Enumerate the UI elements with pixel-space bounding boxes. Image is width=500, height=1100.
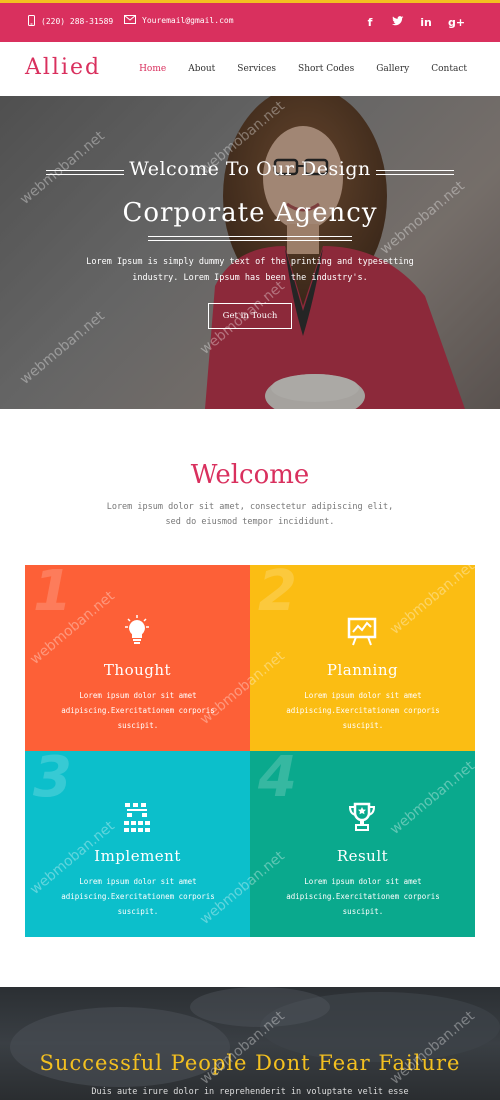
- feature-title: Result: [336, 847, 389, 865]
- email-contact[interactable]: Youremail@gmail.com: [124, 15, 234, 26]
- feature-title: Implement: [94, 847, 181, 865]
- nav-menu: Home About Services Short Codes Gallery …: [139, 64, 467, 74]
- hero-banner: Welcome To Our Design Corporate Agency L…: [0, 96, 500, 409]
- google-plus-icon[interactable]: g+: [448, 16, 465, 29]
- mail-icon: [124, 15, 136, 26]
- feature-number: 1: [33, 565, 72, 624]
- nav-item-contact[interactable]: Contact: [431, 64, 467, 74]
- feature-number: 2: [258, 565, 297, 624]
- presentation-board-icon: [347, 617, 377, 646]
- welcome-heading: Welcome: [190, 460, 310, 490]
- email-address[interactable]: Youremail@gmail.com: [142, 16, 234, 25]
- trophy-icon: [348, 802, 376, 831]
- facebook-icon[interactable]: f: [364, 16, 376, 29]
- feature-tile-result[interactable]: 4 Result Lorem ipsum dolor sit amet adip…: [250, 751, 475, 937]
- hero-overlay: [0, 96, 500, 409]
- hero-title-line2: Corporate Agency: [122, 198, 378, 228]
- feature-number: 4: [258, 751, 297, 810]
- nav-item-about[interactable]: About: [188, 64, 215, 74]
- nav-item-home[interactable]: Home: [139, 64, 166, 74]
- feature-number: 3: [33, 751, 72, 810]
- top-bar: (220) 288-31589 Youremail@gmail.com f in…: [0, 0, 500, 42]
- feature-tile-planning[interactable]: 2 Planning Lorem ipsum dolor sit amet ad…: [250, 565, 475, 751]
- feature-title: Thought: [103, 661, 172, 679]
- phone-number: (220) 288-31589: [41, 17, 114, 26]
- feature-title: Planning: [326, 661, 399, 679]
- site-logo[interactable]: Allied: [25, 55, 101, 80]
- title-underline: [148, 236, 352, 241]
- main-navigation: Allied Home About Services Short Codes G…: [0, 42, 500, 96]
- social-links: f in g+: [364, 16, 466, 29]
- org-chart-icon: [124, 803, 150, 832]
- nav-item-short-codes[interactable]: Short Codes: [298, 64, 354, 74]
- hero-title-line1: Welcome To Our Design: [129, 158, 371, 180]
- hero-description: Lorem Ipsum is simply dummy text of the …: [86, 257, 414, 283]
- get-in-touch-button[interactable]: Get in Touch: [208, 303, 292, 329]
- phone-icon: [28, 15, 35, 28]
- feature-text: Lorem ipsum dolor sit amet adipiscing.Ex…: [286, 691, 440, 730]
- feature-text: Lorem ipsum dolor sit amet adipiscing.Ex…: [61, 877, 215, 916]
- feature-tile-thought[interactable]: 1 Thought Lorem ipsum dolor sit amet adi…: [25, 565, 250, 751]
- features-grid: 1 Thought Lorem ipsum dolor sit amet adi…: [25, 565, 475, 937]
- linkedin-icon[interactable]: in: [420, 16, 432, 29]
- banner-background-photo: [10, 987, 500, 1087]
- feature-tile-implement[interactable]: 3 Implement Lorem ipsum dolor sit amet a…: [25, 751, 250, 937]
- banner-title: Successful People Dont Fear Failure: [39, 1051, 461, 1075]
- welcome-description: Lorem ipsum dolor sit amet, consectetur …: [106, 502, 394, 527]
- nav-item-gallery[interactable]: Gallery: [376, 64, 409, 74]
- feature-text: Lorem ipsum dolor sit amet adipiscing.Ex…: [286, 877, 440, 916]
- phone-contact: (220) 288-31589: [28, 15, 113, 28]
- nav-item-services[interactable]: Services: [237, 64, 276, 74]
- twitter-icon[interactable]: [392, 16, 404, 29]
- feature-text: Lorem ipsum dolor sit amet adipiscing.Ex…: [61, 691, 215, 730]
- banner-subtitle: Duis aute irure dolor in reprehenderit i…: [91, 1087, 409, 1097]
- lightbulb-icon: [125, 615, 149, 644]
- quote-banner: Successful People Dont Fear Failure Duis…: [0, 987, 500, 1100]
